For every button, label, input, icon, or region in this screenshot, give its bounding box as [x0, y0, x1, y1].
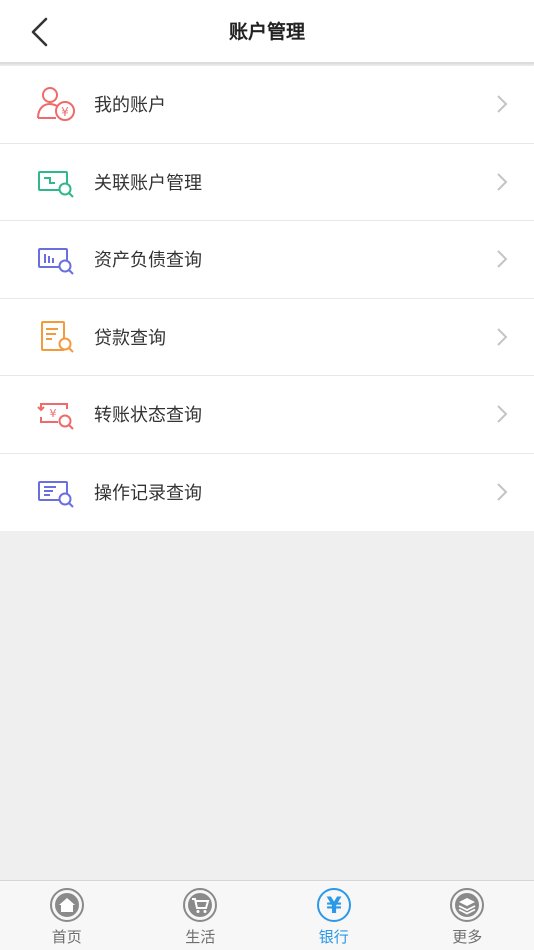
chart-search-icon [38, 248, 74, 275]
record-search-icon [38, 481, 74, 508]
page-title: 账户管理 [228, 21, 305, 43]
user-yuan-icon: ¥ [37, 87, 75, 122]
menu-item-label: 关联账户管理 [94, 172, 202, 194]
menu-item-label: 资产负债查询 [94, 250, 202, 272]
tab-home[interactable]: 首页 [0, 881, 134, 950]
svg-text:¥: ¥ [61, 105, 69, 119]
chevron-right-icon [497, 483, 508, 501]
linked-card-search-icon [38, 170, 74, 198]
menu-item-transfer-status[interactable]: ¥ 转账状态查询 [0, 376, 534, 454]
chevron-right-icon [497, 250, 508, 268]
chevron-right-icon [497, 173, 508, 191]
chevron-right-icon [497, 328, 508, 346]
tab-label: 生活 [185, 928, 216, 946]
menu-item-assets-liabilities[interactable]: 资产负债查询 [0, 221, 534, 299]
nav-bar: 账户管理 [0, 0, 534, 64]
menu-item-loan-query[interactable]: 贷款查询 [0, 299, 534, 376]
yuan-icon: ¥ [316, 888, 351, 922]
svg-text:¥: ¥ [50, 407, 57, 420]
menu-item-label: 我的账户 [94, 95, 166, 117]
tab-bank[interactable]: ¥ 银行 [267, 881, 401, 950]
menu-item-my-account[interactable]: ¥ 我的账户 [0, 66, 534, 144]
tab-bar: 首页 生活 ¥ 银行 更多 [0, 880, 534, 950]
transfer-search-icon: ¥ [37, 403, 74, 430]
document-search-icon [41, 320, 74, 353]
home-icon [49, 888, 84, 922]
chevron-right-icon [497, 405, 508, 423]
menu-item-operation-records[interactable]: 操作记录查询 [0, 454, 534, 532]
account-menu-list: ¥ 我的账户 关联账户管理 资产负债查询 贷款查询 ¥ 转账状态查询 操作记录查… [0, 66, 534, 531]
chevron-right-icon [497, 95, 508, 113]
cart-icon [183, 888, 218, 922]
svg-text:¥: ¥ [326, 894, 342, 919]
tab-label: 首页 [51, 928, 82, 946]
screen: 账户管理 ¥ 我的账户 关联账户管理 资产负债查询 贷款查询 ¥ 转账状态查询 … [0, 0, 534, 950]
layers-icon [450, 888, 485, 922]
menu-item-label: 转账状态查询 [94, 405, 202, 427]
menu-item-label: 操作记录查询 [94, 483, 202, 505]
tab-more[interactable]: 更多 [401, 881, 534, 950]
tab-label: 更多 [452, 928, 483, 946]
tab-life[interactable]: 生活 [134, 881, 268, 950]
menu-item-label: 贷款查询 [94, 327, 166, 349]
menu-item-linked-accounts[interactable]: 关联账户管理 [0, 144, 534, 221]
tab-label: 银行 [318, 928, 349, 946]
